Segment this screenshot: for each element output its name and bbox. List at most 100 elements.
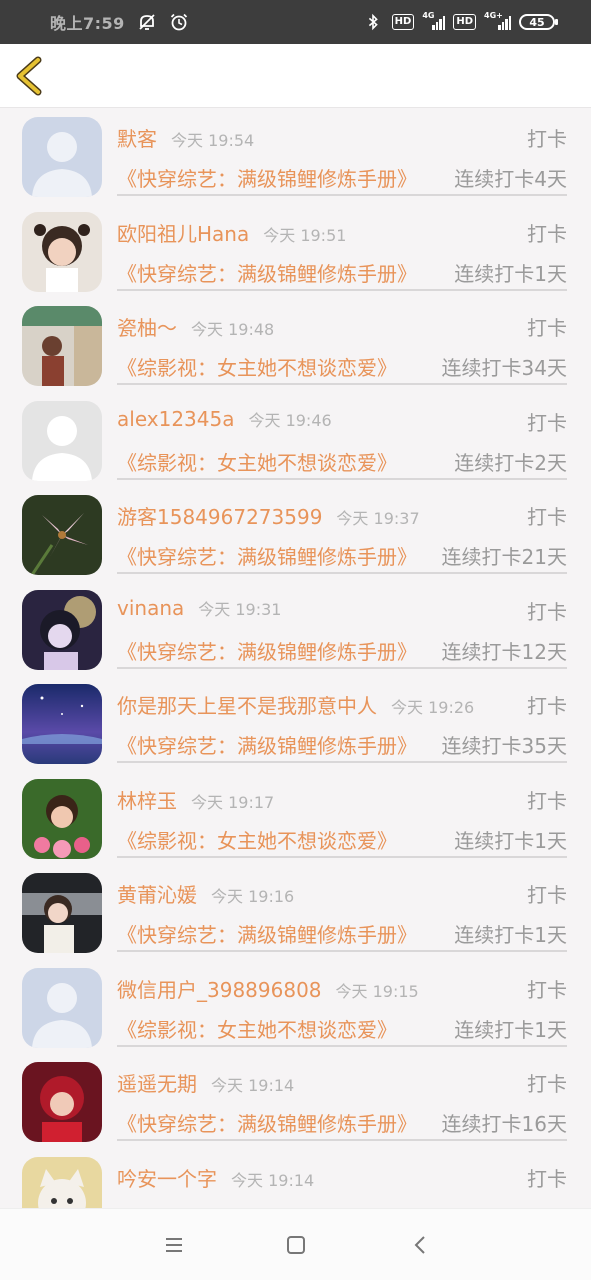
username[interactable]: alex12345a 今天 19:46 bbox=[117, 407, 332, 431]
avatar[interactable] bbox=[22, 306, 102, 386]
checkin-time: 今天 19:46 bbox=[248, 410, 332, 430]
username-text: 欧阳祖儿Hana bbox=[117, 221, 250, 246]
username-text: 你是那天上星不是我那意中人 bbox=[117, 694, 377, 718]
username[interactable]: 遥遥无期 今天 19:14 bbox=[117, 1068, 294, 1097]
checkin-streak: 连续打卡16天 bbox=[441, 1112, 567, 1136]
book-title-link[interactable]: 《快穿综艺：满级锦鲤修炼手册》 bbox=[117, 730, 417, 759]
username[interactable]: 默客 今天 19:54 bbox=[117, 123, 254, 152]
checkin-list-item[interactable]: 默客 今天 19:54 打卡 《快穿综艺：满级锦鲤修炼手册》 连续打卡4天 bbox=[0, 109, 591, 204]
username[interactable]: 林梓玉 今天 19:17 bbox=[117, 785, 274, 814]
checkin-time: 今天 19:14 bbox=[211, 1076, 295, 1095]
status-left: 晚上7:59 bbox=[36, 10, 189, 34]
checkin-time: 今天 19:16 bbox=[211, 887, 295, 906]
checkin-list-item[interactable]: 微信用户_398896808 今天 19:15 打卡 《综影视：女主她不想谈恋爱》… bbox=[0, 960, 591, 1055]
checkin-time: 今天 19:17 bbox=[191, 792, 275, 812]
book-title-link[interactable]: 《快穿综艺：满级锦鲤修炼手册》 bbox=[117, 1108, 417, 1137]
username[interactable]: vinana 今天 19:31 bbox=[117, 596, 281, 620]
checkin-action-label: 打卡 bbox=[527, 127, 567, 151]
book-title-link[interactable]: 《综影视：女主她不想谈恋爱》 bbox=[117, 825, 397, 854]
checkin-time: 今天 19:14 bbox=[231, 1170, 315, 1190]
book-title-link[interactable]: 《快穿综艺：满级锦鲤修炼手册》 bbox=[117, 919, 417, 948]
avatar[interactable] bbox=[22, 1156, 102, 1209]
checkin-action-label: 打卡 bbox=[527, 316, 567, 340]
checkin-action-label: 打卡 bbox=[527, 694, 567, 718]
avatar[interactable] bbox=[22, 589, 102, 670]
checkin-action-label: 打卡 bbox=[527, 977, 567, 1002]
username-text: 游客1584967273599 bbox=[117, 505, 323, 529]
username[interactable]: 瓷柚～ 今天 19:48 bbox=[117, 312, 274, 341]
avatar[interactable] bbox=[22, 778, 102, 859]
username[interactable]: 游客1584967273599 今天 19:37 bbox=[117, 501, 420, 530]
checkin-list-item[interactable]: 游客1584967273599 今天 19:37 打卡 《快穿综艺：满级锦鲤修炼手… bbox=[0, 487, 591, 582]
username-text: 黄莆沁媛 bbox=[117, 883, 197, 907]
username[interactable]: 微信用户_398896808 今天 19:15 bbox=[117, 974, 419, 1003]
menu-button[interactable] bbox=[162, 1233, 186, 1257]
checkin-action-label: 打卡 bbox=[527, 505, 567, 529]
avatar[interactable] bbox=[22, 967, 102, 1048]
avatar[interactable] bbox=[22, 495, 102, 575]
checkin-streak: 连续打卡1天 bbox=[454, 1017, 567, 1042]
checkin-list-item[interactable]: 你是那天上星不是我那意中人 今天 19:26 打卡 《快穿综艺：满级锦鲤修炼手册》… bbox=[0, 676, 591, 771]
top-nav bbox=[0, 44, 591, 108]
avatar[interactable] bbox=[22, 1062, 102, 1142]
book-title-link[interactable]: 《快穿综艺：满级锦鲤修炼手册》 bbox=[117, 541, 417, 570]
hd-badge-1: HD bbox=[391, 14, 415, 30]
book-title-link[interactable]: 《快穿综艺：满级锦鲤修炼手册》 bbox=[117, 258, 417, 287]
checkin-list-item[interactable]: 遥遥无期 今天 19:14 打卡 《快穿综艺：满级锦鲤修炼手册》 连续打卡16天 bbox=[0, 1054, 591, 1149]
checkin-action-label: 打卡 bbox=[527, 788, 567, 813]
avatar[interactable] bbox=[22, 211, 102, 292]
book-title-link[interactable]: 《综影视：女主她不想谈恋爱》 bbox=[117, 447, 397, 476]
home-square-icon bbox=[287, 1236, 305, 1254]
checkin-list: 默客 今天 19:54 打卡 《快穿综艺：满级锦鲤修炼手册》 连续打卡4天 欧阳祖… bbox=[0, 109, 591, 1209]
username-text: 瓷柚～ bbox=[117, 316, 177, 340]
divider bbox=[117, 572, 567, 574]
checkin-list-item[interactable]: 林梓玉 今天 19:17 打卡 《综影视：女主她不想谈恋爱》 连续打卡1天 bbox=[0, 771, 591, 866]
menu-icon bbox=[166, 1238, 182, 1252]
book-title-link[interactable]: 《快穿综艺：满级锦鲤修炼手册》 bbox=[117, 163, 417, 192]
checkin-streak: 连续打卡1天 bbox=[454, 261, 567, 286]
checkin-streak: 连续打卡2天 bbox=[454, 450, 567, 475]
username-text: 吟安一个字 bbox=[117, 1166, 217, 1191]
avatar[interactable] bbox=[22, 400, 102, 481]
book-title-link[interactable]: 《综影视：女主她不想谈恋爱》 bbox=[117, 352, 397, 381]
avatar[interactable] bbox=[22, 684, 102, 764]
username-text: 遥遥无期 bbox=[117, 1072, 197, 1096]
checkin-time: 今天 19:15 bbox=[335, 981, 419, 1001]
checkin-action-label: 打卡 bbox=[527, 1072, 567, 1096]
username[interactable]: 黄莆沁媛 今天 19:16 bbox=[117, 879, 294, 908]
checkin-time: 今天 19:54 bbox=[171, 131, 255, 150]
checkin-list-item[interactable]: 欧阳祖儿Hana 今天 19:51 打卡 《快穿综艺：满级锦鲤修炼手册》 连续打卡… bbox=[0, 204, 591, 299]
back-button[interactable] bbox=[12, 56, 48, 96]
checkin-time: 今天 19:51 bbox=[263, 225, 347, 245]
avatar[interactable] bbox=[22, 873, 102, 953]
checkin-streak: 连续打卡35天 bbox=[441, 734, 567, 758]
checkin-time: 今天 19:48 bbox=[191, 320, 275, 339]
checkin-action-label: 打卡 bbox=[527, 410, 567, 435]
username-text: alex12345a bbox=[117, 406, 235, 431]
avatar[interactable] bbox=[22, 117, 102, 197]
divider bbox=[117, 288, 567, 291]
status-time: 晚上7:59 bbox=[50, 14, 125, 33]
book-title-link[interactable]: 《快穿综艺：满级锦鲤修炼手册》 bbox=[117, 636, 417, 665]
checkin-streak: 连续打卡12天 bbox=[441, 639, 567, 664]
battery-indicator: 45 bbox=[519, 14, 558, 30]
username[interactable]: 欧阳祖儿Hana 今天 19:51 bbox=[117, 218, 346, 247]
checkin-action-label: 打卡 bbox=[527, 599, 567, 624]
username[interactable]: 吟安一个字 今天 19:14 bbox=[117, 1163, 314, 1192]
username[interactable]: 你是那天上星不是我那意中人 今天 19:26 bbox=[117, 690, 474, 719]
checkin-list-item[interactable]: 瓷柚～ 今天 19:48 打卡 《综影视：女主她不想谈恋爱》 连续打卡34天 bbox=[0, 298, 591, 393]
mute-icon bbox=[137, 12, 157, 32]
book-title-link[interactable]: 《综影视：女主她不想谈恋爱》 bbox=[117, 1014, 397, 1043]
system-back-button[interactable] bbox=[408, 1233, 432, 1257]
checkin-list-item[interactable]: alex12345a 今天 19:46 打卡 《综影视：女主她不想谈恋爱》 连续打… bbox=[0, 393, 591, 488]
checkin-list-item[interactable]: 吟安一个字今天 19:14 打卡 《快穿综艺：满级锦鲤修炼手册》 连续打卡1天 bbox=[0, 1149, 591, 1209]
checkin-streak: 连续打卡34天 bbox=[441, 356, 567, 380]
checkin-list-item[interactable]: vinana 今天 19:31 打卡 《快穿综艺：满级锦鲤修炼手册》 连续打卡12… bbox=[0, 582, 591, 677]
home-button[interactable] bbox=[284, 1233, 308, 1257]
alarm-icon bbox=[169, 12, 189, 32]
bluetooth-icon bbox=[364, 12, 384, 32]
checkin-list-item[interactable]: 黄莆沁媛 今天 19:16 打卡 《快穿综艺：满级锦鲤修炼手册》 连续打卡1天 bbox=[0, 865, 591, 960]
hd-badge-2: HD bbox=[453, 14, 476, 30]
checkin-streak: 连续打卡21天 bbox=[441, 545, 567, 569]
status-right: HD 4G HD 4G+ 45 bbox=[364, 11, 558, 32]
